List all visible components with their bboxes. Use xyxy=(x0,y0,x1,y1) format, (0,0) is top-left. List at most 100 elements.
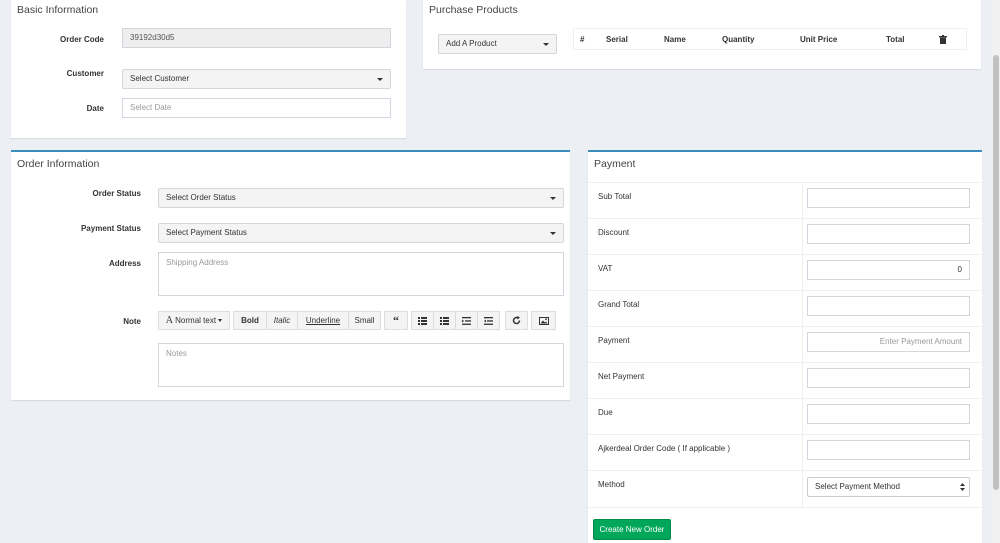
payment-row-payment: Payment Enter Payment Amount xyxy=(588,326,982,363)
trash-icon[interactable] xyxy=(939,35,947,44)
row-divider xyxy=(802,435,803,471)
chevron-down-icon xyxy=(550,197,556,200)
net-payment-label: Net Payment xyxy=(598,372,645,381)
discount-label: Discount xyxy=(598,228,630,237)
payment-row-vat: VAT 0 xyxy=(588,254,982,291)
list-ul-icon xyxy=(418,316,427,325)
row-divider xyxy=(802,399,803,435)
address-textarea[interactable]: Shipping Address xyxy=(158,252,564,296)
net-payment-input[interactable] xyxy=(807,368,970,388)
row-divider xyxy=(802,471,803,507)
add-product-value: Add A Product xyxy=(446,39,497,48)
row-divider xyxy=(802,363,803,399)
list-ol-icon xyxy=(440,316,449,325)
chevron-down-icon xyxy=(377,78,383,81)
ordered-list-button[interactable] xyxy=(433,311,456,330)
chevron-down-icon xyxy=(550,232,556,235)
outdent-icon xyxy=(462,316,471,325)
chevron-down-icon xyxy=(543,43,549,46)
indent-icon xyxy=(484,316,493,325)
ajkerdeal-code-input[interactable] xyxy=(807,440,970,460)
chevron-down-icon xyxy=(218,319,223,323)
bold-button[interactable]: Bold xyxy=(233,311,267,330)
payment-row-net-payment: Net Payment xyxy=(588,362,982,399)
image-button[interactable] xyxy=(531,311,556,330)
indent-button[interactable] xyxy=(477,311,500,330)
row-divider xyxy=(802,183,803,219)
due-input[interactable] xyxy=(807,404,970,424)
add-product-select[interactable]: Add A Product xyxy=(438,34,557,54)
image-icon xyxy=(538,316,549,325)
sub-total-input[interactable] xyxy=(807,188,970,208)
notes-textarea[interactable]: Notes xyxy=(158,343,564,387)
date-field[interactable]: Select Date xyxy=(122,98,391,118)
row-divider xyxy=(802,255,803,291)
normal-text-dropdown[interactable]: A Normal text xyxy=(158,311,230,330)
row-divider xyxy=(802,219,803,255)
select-arrows-icon xyxy=(960,483,965,491)
quote-icon: “ xyxy=(393,313,399,327)
date-label: Date xyxy=(86,104,104,113)
payment-row-sub-total: Sub Total xyxy=(588,182,982,219)
address-label: Address xyxy=(108,259,141,268)
col-hash: # xyxy=(580,35,585,44)
ajkerdeal-code-label: Ajkerdeal Order Code ( If applicable ) xyxy=(598,444,731,453)
payment-row-discount: Discount xyxy=(588,218,982,255)
basic-information-panel: Basic Information Order Code 39192d30d5 … xyxy=(11,0,406,138)
col-serial: Serial xyxy=(606,35,628,44)
normal-text-label: Normal text xyxy=(175,316,217,325)
customer-select-value: Select Customer xyxy=(130,74,190,83)
method-label: Method xyxy=(598,480,625,489)
purchase-products-title: Purchase Products xyxy=(429,4,518,16)
payment-label: Payment xyxy=(598,336,630,345)
small-button[interactable]: Small xyxy=(348,311,381,330)
scrollbar-thumb[interactable] xyxy=(993,55,999,490)
vat-input[interactable]: 0 xyxy=(807,260,970,280)
basic-information-title: Basic Information xyxy=(17,4,99,16)
row-divider xyxy=(802,291,803,327)
vat-label: VAT xyxy=(598,264,613,273)
blockquote-button[interactable]: “ xyxy=(384,311,408,330)
col-total: Total xyxy=(886,35,905,44)
order-status-label: Order Status xyxy=(92,189,141,198)
create-new-order-button[interactable]: Create New Order xyxy=(593,519,671,540)
payment-row-method: Method Select Payment Method xyxy=(588,470,982,508)
note-label: Note xyxy=(123,317,141,326)
payment-row-ajkerdeal-code: Ajkerdeal Order Code ( If applicable ) xyxy=(588,434,982,471)
font-icon: A xyxy=(165,315,173,326)
sub-total-label: Sub Total xyxy=(598,192,632,201)
order-code-field[interactable]: 39192d30d5 xyxy=(122,28,391,48)
italic-button[interactable]: Italic xyxy=(266,311,298,330)
payment-status-label: Payment Status xyxy=(80,224,141,233)
refresh-icon xyxy=(512,316,521,325)
customer-select[interactable]: Select Customer xyxy=(122,69,391,89)
payment-row-grand-total: Grand Total xyxy=(588,290,982,327)
row-divider xyxy=(802,327,803,363)
col-unit-price: Unit Price xyxy=(800,35,838,44)
payment-panel: Payment Sub Total Discount VAT 0 Grand T… xyxy=(588,150,982,543)
order-information-title: Order Information xyxy=(17,158,100,170)
payment-title: Payment xyxy=(594,158,636,170)
outdent-button[interactable] xyxy=(455,311,478,330)
order-status-value: Select Order Status xyxy=(166,193,236,202)
products-table-header xyxy=(573,28,967,50)
page-scrollbar[interactable] xyxy=(991,0,1000,543)
customer-label: Customer xyxy=(66,69,104,78)
payment-method-select[interactable]: Select Payment Method xyxy=(807,477,970,497)
col-name: Name xyxy=(664,35,686,44)
col-quantity: Quantity xyxy=(722,35,755,44)
payment-status-value: Select Payment Status xyxy=(166,228,247,237)
grand-total-label: Grand Total xyxy=(598,300,640,309)
payment-row-due: Due xyxy=(588,398,982,435)
payment-method-value: Select Payment Method xyxy=(815,482,900,491)
grand-total-input[interactable] xyxy=(807,296,970,316)
purchase-products-panel: Purchase Products Add A Product # Serial… xyxy=(423,0,981,69)
underline-button[interactable]: Underline xyxy=(297,311,349,330)
due-label: Due xyxy=(598,408,613,417)
order-status-select[interactable]: Select Order Status xyxy=(158,188,564,208)
link-button[interactable] xyxy=(505,311,528,330)
unordered-list-button[interactable] xyxy=(411,311,434,330)
discount-input[interactable] xyxy=(807,224,970,244)
payment-amount-input[interactable]: Enter Payment Amount xyxy=(807,332,970,352)
payment-status-select[interactable]: Select Payment Status xyxy=(158,223,564,243)
